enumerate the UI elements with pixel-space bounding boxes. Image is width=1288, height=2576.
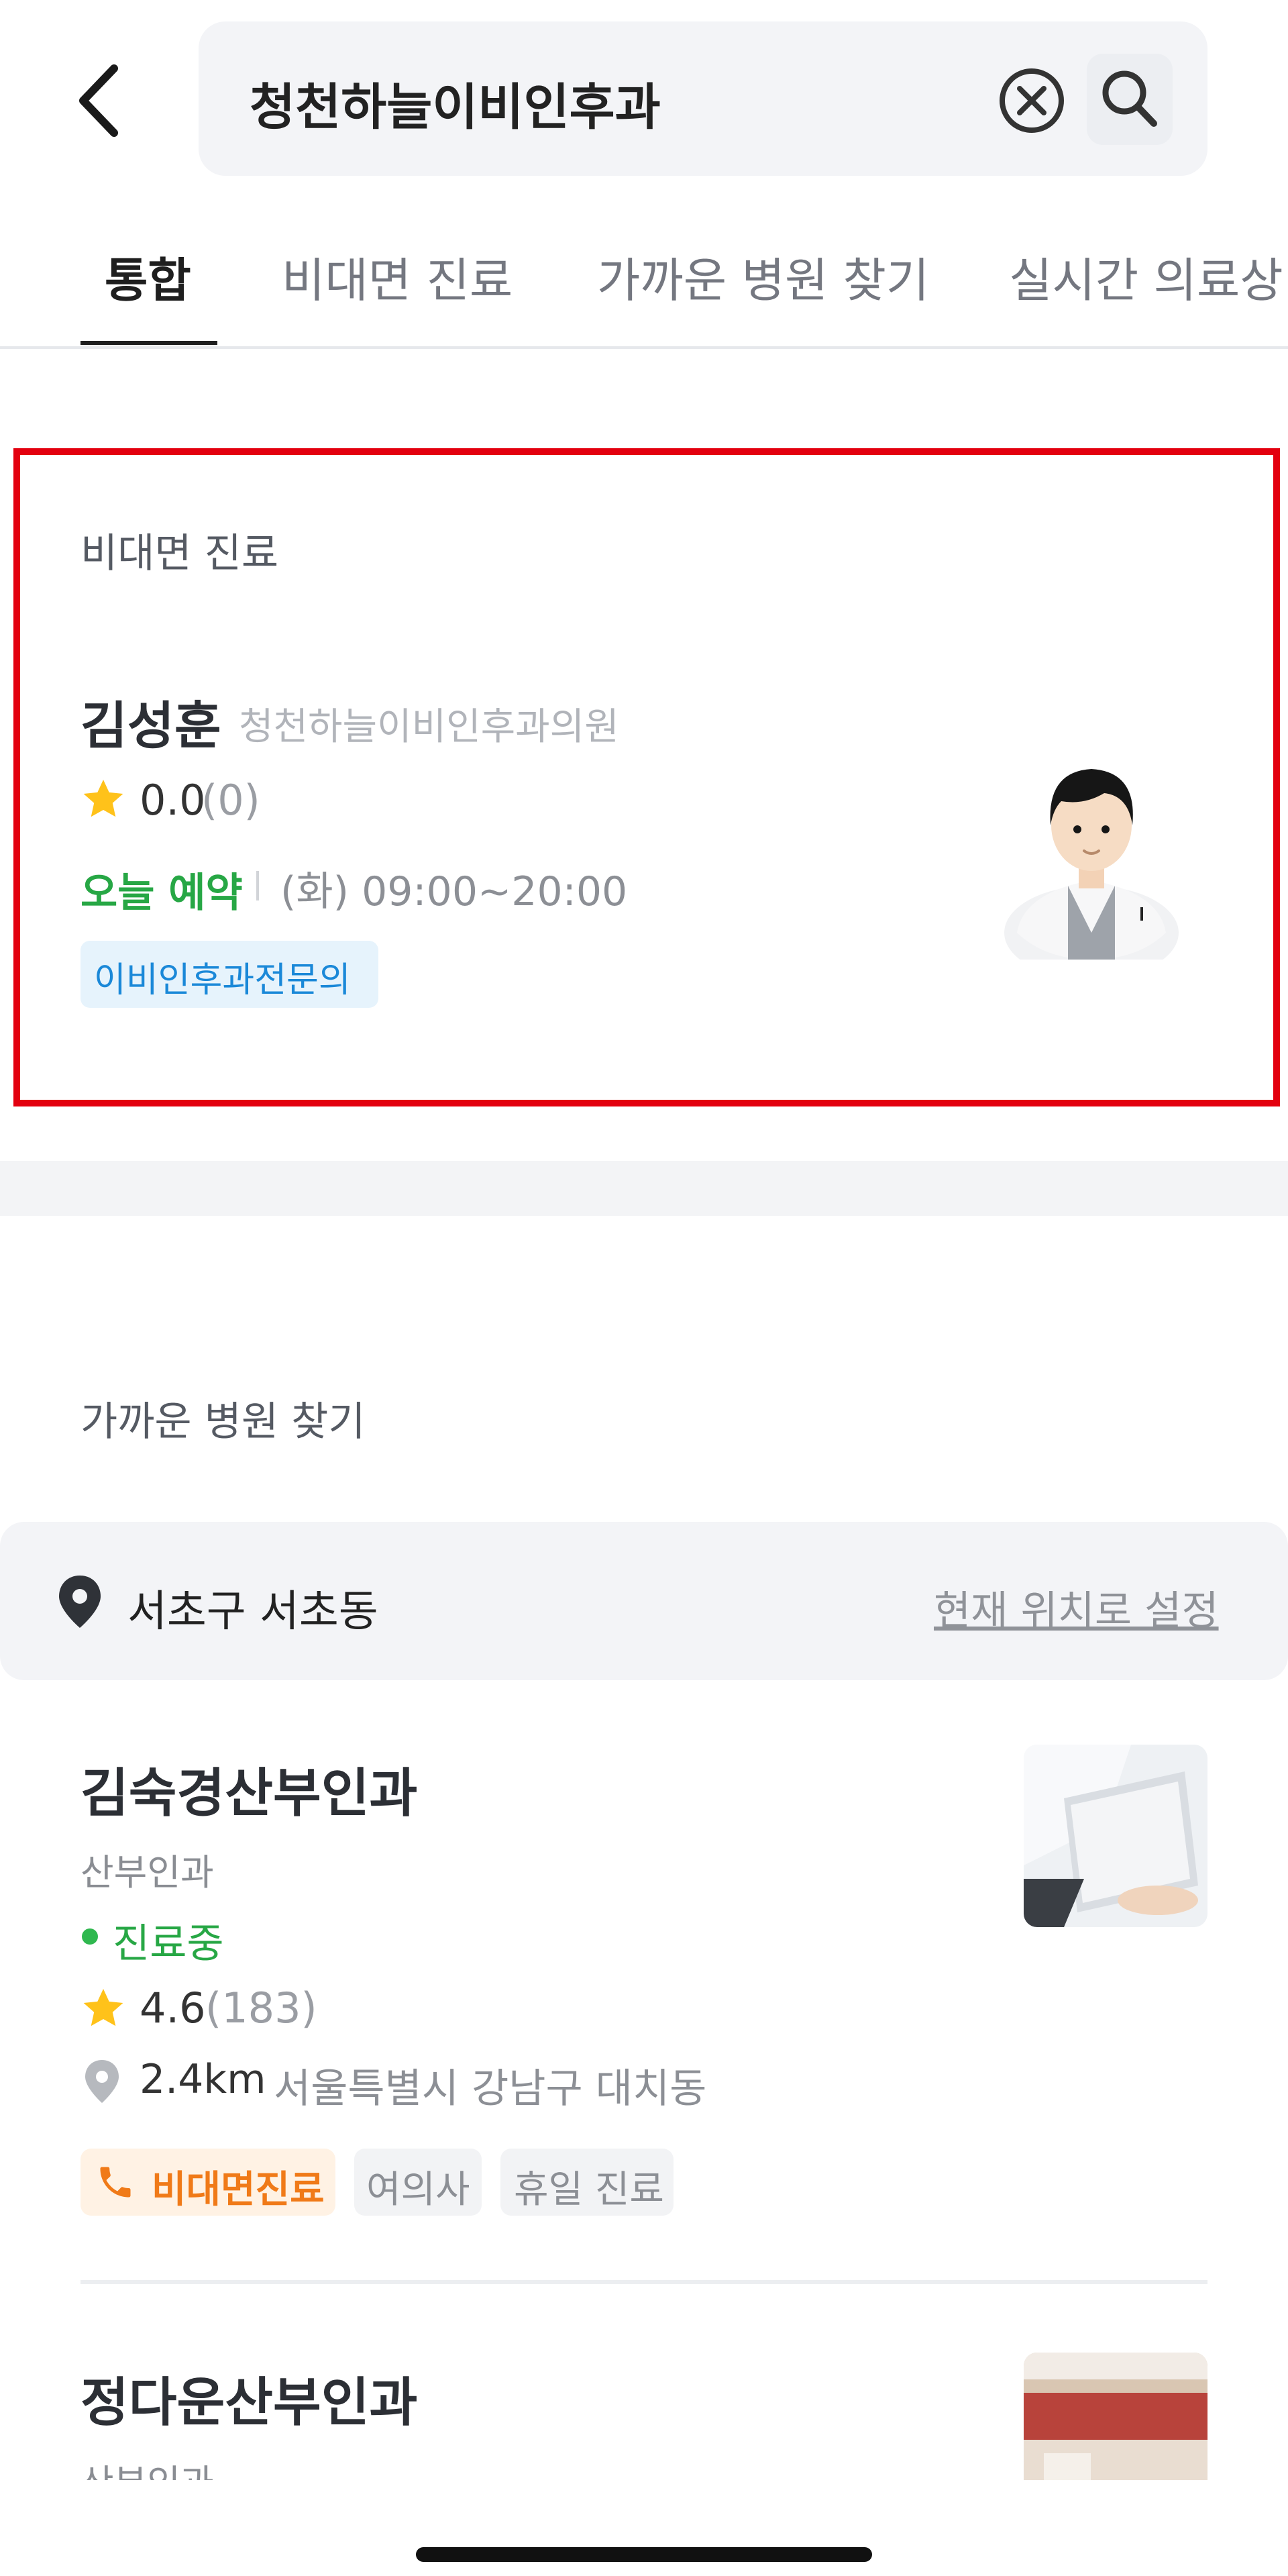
search-icon: [1102, 70, 1157, 127]
current-location: 서초구 서초동: [127, 1587, 378, 1637]
hospital-name[interactable]: 김숙경산부인과: [80, 1751, 417, 1826]
hospital-department: 산부인과: [80, 2453, 214, 2480]
hospital-thumbnail[interactable]: [1024, 2353, 1208, 2480]
section-divider: [0, 1161, 1288, 1216]
back-button[interactable]: [74, 60, 127, 141]
home-indicator: [416, 2547, 872, 2562]
hospital-address: 서울특별시 강남구 대치동: [274, 2065, 707, 2112]
hospital-department: 산부인과: [80, 1851, 214, 1894]
distance-pin-icon: [83, 2059, 121, 2104]
tab-live-consult[interactable]: 실시간 의료상: [1009, 243, 1283, 311]
hospital-distance: 2.4km: [140, 2056, 266, 2103]
location-pin-icon: [56, 1574, 103, 1629]
tag-holiday-label: 휴일 진료: [514, 2168, 664, 2212]
list-divider: [80, 2280, 1208, 2284]
highlight-box: [13, 448, 1280, 1106]
hospital-rating-count: (183): [205, 1983, 317, 2032]
search-input[interactable]: 청천하늘이비인후과: [250, 67, 661, 139]
tab-telemedicine[interactable]: 비대면 진료: [282, 243, 513, 311]
search-button[interactable]: [1087, 54, 1173, 145]
clear-circle-icon[interactable]: [997, 66, 1067, 136]
active-tab-indicator: [80, 341, 217, 345]
phone-icon: [95, 2162, 136, 2202]
tag-telemedicine-label: 비대면진료: [152, 2168, 325, 2212]
hospital-status: 진료중: [113, 1920, 224, 1967]
nearby-section-title: 가까운 병원 찾기: [80, 1398, 366, 1445]
tag-female-doctor-label: 여의사: [366, 2168, 470, 2212]
status-dot: [82, 1928, 98, 1945]
hospital-rating: 4.6: [140, 1983, 206, 2032]
hospital-thumbnail[interactable]: [1024, 1745, 1208, 1927]
chevron-left-icon: [79, 64, 118, 137]
tab-nearby-hospitals[interactable]: 가까운 병원 찾기: [597, 243, 929, 311]
tab-bar: 통합 비대면 진료 가까운 병원 찾기 실시간 의료상: [0, 208, 1288, 349]
set-current-location-link[interactable]: 현재 위치로 설정: [934, 1578, 1219, 1637]
tab-integrated[interactable]: 통합: [105, 243, 191, 311]
star-icon: [79, 1985, 127, 2036]
hospital-name[interactable]: 정다운산부인과: [80, 2361, 417, 2436]
